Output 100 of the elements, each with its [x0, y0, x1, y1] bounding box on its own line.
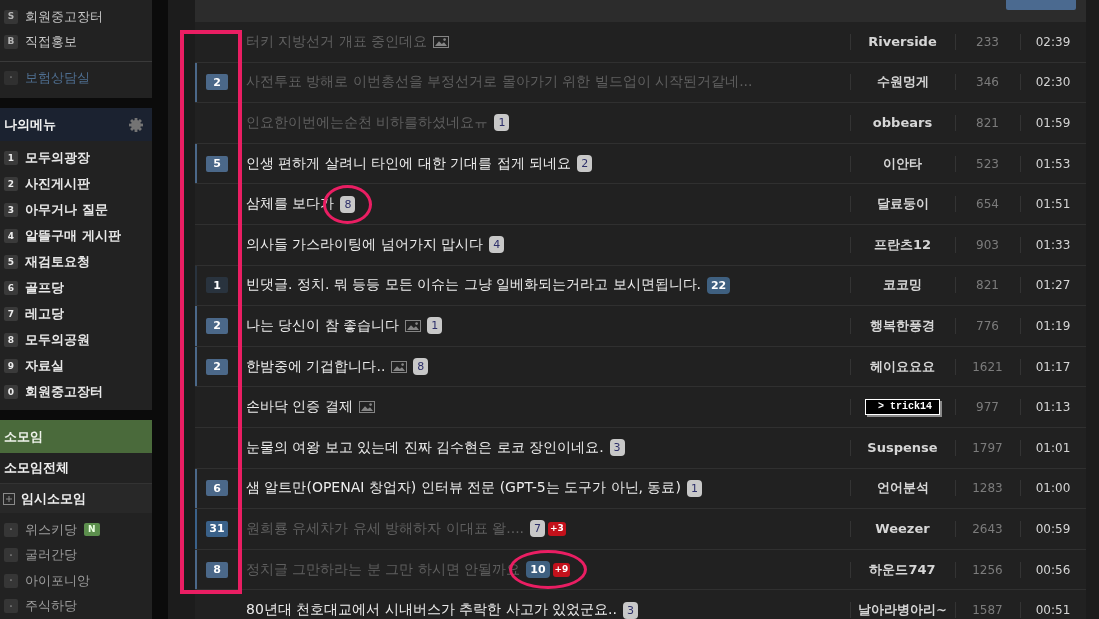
- key-badge: 0: [4, 385, 18, 399]
- recommend-count-badge: 1: [206, 277, 228, 294]
- author-link[interactable]: Riverside: [868, 34, 937, 50]
- key-badge: B: [4, 34, 18, 49]
- sidebar-link[interactable]: 사진게시판: [25, 175, 90, 193]
- author-link[interactable]: 프란츠12: [873, 235, 932, 254]
- post-title-link[interactable]: 손바닥 인증 결제: [246, 398, 353, 417]
- sidebar-link[interactable]: 아이포니앙: [25, 571, 90, 590]
- new-badge: N: [84, 523, 100, 537]
- comment-count-badge: 1: [494, 114, 510, 132]
- post-title-link[interactable]: 한밤중에 기겁합니다..: [246, 357, 386, 376]
- key-badge: ·: [4, 573, 18, 588]
- post-time: 01:51: [1035, 197, 1071, 212]
- key-badge: 6: [4, 281, 18, 295]
- sidebar-link[interactable]: 굴러간당: [25, 546, 77, 565]
- recommend-count-badge: 31: [206, 520, 228, 537]
- post-title-link[interactable]: 나는 당신이 참 좋습니다: [246, 316, 400, 335]
- post-title-link[interactable]: 의사들 가스라이팅에 넘어가지 맙시다: [246, 235, 484, 254]
- key-badge: 1: [4, 151, 18, 165]
- sidebar-link[interactable]: 레고당: [25, 305, 64, 323]
- author-link[interactable]: Weezer: [875, 521, 930, 537]
- new-comment-badge: +9: [552, 562, 571, 577]
- image-icon: [391, 360, 408, 373]
- view-count: 233: [976, 34, 999, 49]
- view-count: 1283: [972, 481, 1003, 496]
- author-link[interactable]: Suspense: [867, 440, 938, 456]
- view-count: 523: [976, 156, 999, 171]
- post-time: 01:53: [1035, 156, 1071, 171]
- key-badge: ·: [4, 548, 18, 563]
- sidebar-link[interactable]: 모두의광장: [25, 149, 90, 167]
- post-title-link[interactable]: 빈댓글. 정치. 뭐 등등 모든 이슈는 그냥 일베화되는거라고 보시면됩니다.: [246, 276, 701, 295]
- view-count: 1587: [972, 603, 1003, 618]
- view-count: 776: [976, 318, 999, 333]
- recommend-count-badge: 2: [206, 358, 228, 375]
- post-time: 01:17: [1035, 359, 1071, 374]
- author-link[interactable]: 코코밍: [883, 276, 922, 295]
- sidebar-link[interactable]: 모두의공원: [25, 331, 90, 349]
- post-title-link[interactable]: 눈물의 여왕 보고 있는데 진짜 김수현은 로코 장인이네요.: [246, 438, 604, 457]
- comment-count-badge: 3: [609, 439, 625, 457]
- sidebar-link[interactable]: 주식하당: [25, 597, 77, 616]
- sidebar-link[interactable]: 회원중고장터: [25, 7, 103, 26]
- post-time: 01:59: [1035, 116, 1071, 130]
- key-badge: ·: [4, 70, 18, 85]
- author-link[interactable]: 이안타: [883, 154, 922, 173]
- sidebar-link[interactable]: 재검토요청: [25, 253, 90, 271]
- view-count: 1797: [972, 440, 1003, 455]
- comment-count-badge: 1: [427, 317, 443, 335]
- new-comment-badge: +3: [548, 521, 566, 536]
- view-count: 977: [976, 400, 999, 415]
- sidebar-link[interactable]: 위스키당: [25, 520, 77, 539]
- nickname-image-link[interactable]: > trick14: [865, 399, 940, 416]
- key-badge: 8: [4, 333, 18, 347]
- comment-count-badge: 10: [526, 561, 550, 578]
- author-link[interactable]: 행복한풍경: [870, 316, 935, 335]
- key-badge: S: [4, 9, 18, 24]
- recommend-count-badge: 2: [206, 317, 228, 334]
- sidebar-link[interactable]: 골프당: [25, 279, 64, 297]
- view-count: 346: [976, 75, 999, 90]
- author-link[interactable]: 헤이요요요: [870, 357, 935, 376]
- image-icon: [358, 401, 375, 414]
- key-badge: 9: [4, 359, 18, 373]
- section-title: 나의메뉴: [4, 115, 56, 134]
- comment-count-badge: 8: [413, 358, 429, 376]
- view-count: 821: [976, 278, 999, 293]
- post-title-link[interactable]: 인생 편하게 살려니 타인에 대한 기대를 접게 되네요: [246, 154, 572, 173]
- post-time: 00:51: [1035, 603, 1071, 618]
- recommend-count-badge: 5: [206, 155, 228, 172]
- post-title-link[interactable]: 샘 알트만(OPENAI 창업자) 인터뷰 전문 (GPT-5는 도구가 아닌, 동료): [246, 479, 681, 498]
- sidebar-link[interactable]: 아무거나 질문: [25, 201, 108, 219]
- post-time: 01:00: [1035, 481, 1071, 496]
- comment-count-badge: 2: [577, 155, 593, 173]
- view-count: 654: [976, 197, 999, 212]
- key-badge: 5: [4, 255, 18, 269]
- key-badge: 2: [4, 177, 18, 191]
- post-title-link[interactable]: 80년대 천호대교에서 시내버스가 추락한 사고가 있었군요..: [246, 601, 617, 619]
- comment-count-badge: 7: [530, 520, 546, 538]
- author-link[interactable]: 언어분석: [876, 479, 929, 498]
- recommend-count-badge: 2: [206, 74, 228, 91]
- key-badge: ·: [4, 599, 18, 614]
- author-link[interactable]: obbears: [872, 115, 933, 131]
- view-count: 903: [976, 237, 999, 252]
- sidebar-link[interactable]: 회원중고장터: [25, 383, 103, 401]
- post-time: 01:01: [1035, 440, 1071, 455]
- expand-icon[interactable]: [3, 492, 15, 505]
- author-link[interactable]: 날아라병아리~: [858, 601, 947, 619]
- sidebar-link[interactable]: 알뜰구매 게시판: [25, 227, 121, 245]
- settings-icon[interactable]: [129, 117, 143, 132]
- comment-count-badge: 3: [622, 601, 638, 619]
- author-link[interactable]: 수원멍게: [876, 73, 929, 92]
- author-link[interactable]: 하운드747: [869, 560, 936, 579]
- sidebar-link[interactable]: 직접홍보: [25, 32, 77, 51]
- comment-count-badge: 8: [340, 195, 356, 213]
- image-icon: [433, 35, 450, 48]
- author-link[interactable]: 달료둥이: [876, 195, 929, 214]
- post-time: 01:27: [1035, 278, 1071, 293]
- key-badge: ·: [4, 522, 18, 537]
- comment-count-badge: 22: [706, 276, 731, 294]
- sidebar-link[interactable]: 자료실: [25, 357, 64, 375]
- recommend-count-badge: 6: [206, 480, 228, 497]
- comment-count-badge: 4: [489, 236, 505, 254]
